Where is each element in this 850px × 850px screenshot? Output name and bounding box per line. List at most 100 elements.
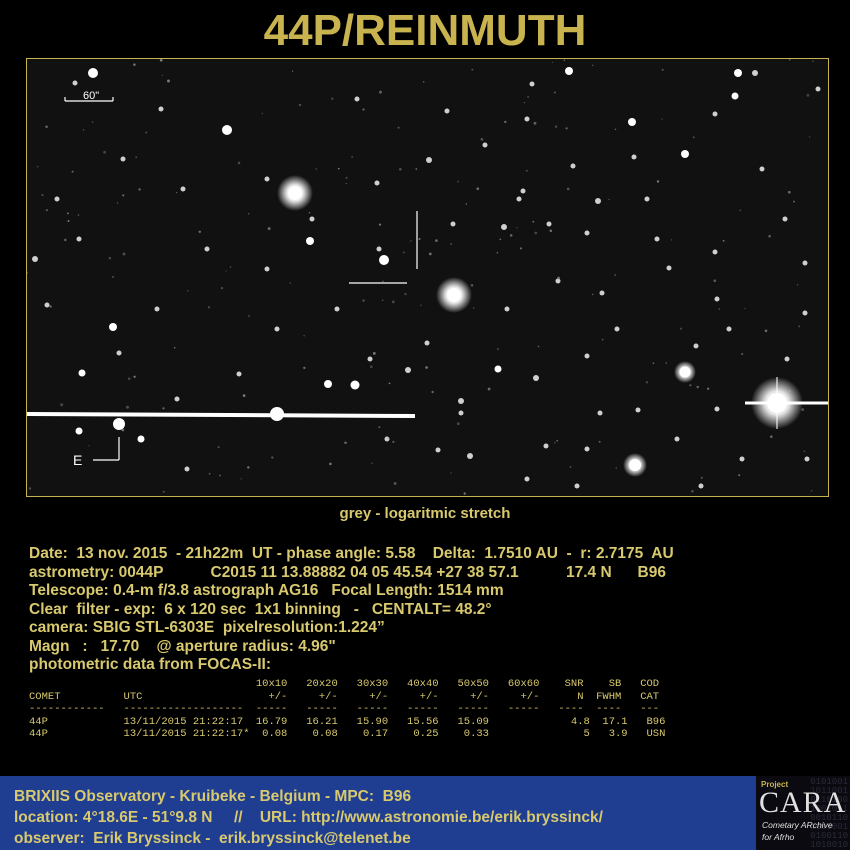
faint-star	[470, 284, 474, 287]
faint-star	[388, 382, 391, 385]
faint-star	[41, 193, 44, 197]
faint-star	[159, 59, 163, 62]
faint-star	[135, 156, 138, 159]
faint-star	[788, 59, 791, 61]
faint-star	[345, 183, 347, 185]
faint-star	[652, 362, 655, 364]
faint-star	[298, 103, 302, 107]
star	[158, 106, 164, 112]
star	[174, 396, 180, 402]
star	[802, 310, 808, 316]
star	[444, 108, 450, 114]
faint-star	[700, 476, 703, 479]
faint-star	[431, 390, 434, 394]
star	[379, 255, 389, 265]
info-camera: camera: SBIG STL-6303E pixelresolution:1…	[29, 619, 385, 636]
star	[374, 180, 380, 186]
faint-star	[645, 381, 649, 384]
star	[631, 154, 637, 160]
faint-star	[138, 188, 141, 191]
faint-star	[162, 407, 165, 410]
star	[644, 196, 650, 202]
faint-star	[565, 127, 568, 130]
star	[546, 221, 552, 227]
faint-star	[382, 280, 384, 282]
faint-star	[679, 327, 683, 330]
faint-star	[768, 234, 771, 238]
faint-star	[563, 59, 566, 62]
faint-star	[661, 118, 663, 120]
star	[529, 81, 535, 87]
faint-star	[696, 385, 699, 389]
star	[458, 410, 464, 416]
faint-star	[566, 187, 570, 191]
bright-star	[623, 453, 647, 477]
faint-star	[370, 365, 373, 368]
star	[204, 246, 210, 252]
faint-star	[112, 275, 114, 278]
star	[264, 176, 270, 182]
faint-star	[806, 94, 810, 97]
faint-star	[592, 293, 594, 296]
star	[354, 96, 360, 102]
faint-star	[67, 219, 70, 223]
image-caption: grey - logaritmic stretch	[339, 505, 511, 522]
faint-star	[428, 252, 432, 256]
faint-star	[122, 252, 126, 256]
faint-star	[591, 64, 594, 67]
faint-star	[291, 70, 294, 72]
faint-star	[554, 125, 558, 128]
faint-star	[499, 238, 502, 241]
logo-subtitle-2: for Afrho	[762, 832, 795, 842]
footer-bar: BRIXIIS Observatory - Kruibeke - Belgium…	[0, 776, 850, 850]
faint-star	[410, 240, 412, 242]
star	[435, 447, 441, 453]
faint-star	[422, 80, 425, 83]
faint-star	[219, 474, 221, 477]
faint-star	[450, 243, 452, 245]
star	[681, 150, 689, 158]
star	[565, 67, 573, 75]
observer-line: observer: Erik Bryssinck - erik.bryssinc…	[14, 830, 411, 847]
faint-star	[420, 304, 422, 306]
faint-star	[240, 478, 242, 480]
faint-star	[601, 338, 604, 341]
faint-star	[371, 462, 373, 464]
faint-star	[145, 131, 148, 134]
star	[426, 157, 432, 163]
faint-star	[229, 266, 232, 268]
faint-star	[248, 315, 250, 317]
star	[264, 266, 270, 272]
scale-label: 60"	[83, 90, 99, 102]
faint-star	[88, 445, 90, 447]
faint-star	[457, 180, 460, 183]
faint-star	[718, 308, 721, 310]
star	[494, 365, 502, 373]
faint-star	[516, 227, 518, 229]
faint-star	[496, 252, 499, 254]
star	[467, 453, 473, 459]
info-date: Date: 13 nov. 2015 - 21h22m UT - phase a…	[29, 545, 674, 562]
faint-star	[186, 289, 189, 292]
observation-info: Date: 13 nov. 2015 - 21h22m UT - phase a…	[29, 545, 674, 675]
photometry-table: 10x10 20x20 30x30 40x40 50x50 60x60 SNR …	[29, 678, 665, 741]
page-title: 44P/REINMUTH	[263, 6, 587, 55]
star	[520, 188, 526, 194]
cara-logo: 0101001 1011001 0110100 1001011 0010110 …	[756, 776, 850, 850]
star	[458, 398, 464, 404]
faint-star	[331, 97, 334, 100]
faint-star	[770, 435, 773, 438]
star	[533, 375, 539, 381]
faint-star	[108, 256, 112, 260]
star	[524, 476, 530, 482]
star	[654, 236, 660, 242]
star	[367, 356, 373, 362]
star	[78, 369, 86, 377]
faint-star	[525, 169, 528, 172]
faint-star	[556, 439, 559, 442]
star	[574, 483, 580, 489]
faint-star	[122, 194, 125, 197]
faint-star	[738, 474, 741, 477]
faint-star	[82, 129, 85, 131]
star	[731, 92, 739, 100]
